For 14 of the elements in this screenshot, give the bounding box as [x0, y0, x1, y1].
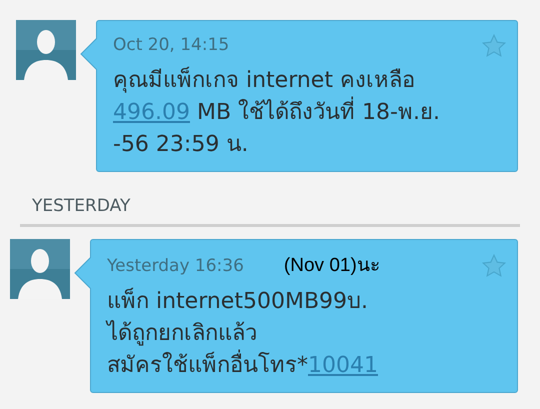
avatar-icon	[10, 238, 70, 298]
bubble-tail	[80, 38, 97, 70]
star-icon[interactable]	[481, 252, 507, 279]
message-time: Yesterday 16:36	[107, 254, 244, 278]
message-time: Oct 20, 14:15	[113, 34, 230, 58]
message-bubble[interactable]: Yesterday 16:36 (Nov 01)นะ แพ็ก internet500MB99บ. ได้ถูกยกเลิกแล้ว สมัครใช้แพ็กอื่นโทร*10041	[90, 238, 518, 393]
star-icon[interactable]	[481, 33, 507, 59]
message-bubble[interactable]: Oct 20, 14:15 คุณมีแพ็กเกจ internet คงเหลือ 496.09 MB ใช้ได้ถึงวันที่ 18-พ.ย. -56 23:59 น.	[96, 20, 518, 172]
bubble-tail	[74, 256, 91, 288]
section-header: YESTERDAY	[31, 195, 132, 218]
message-text: คุณมีแพ็กเกจ internet คงเหลือ 496.09 MB ใช้ได้ถึงวันที่ 18-พ.ย. -56 23:59 น.	[113, 66, 441, 159]
message-text: แพ็ก internet500MB99บ. ได้ถูกยกเลิกแล้ว สมัครใช้แพ็กอื่นโทร*10041	[107, 286, 379, 380]
handwritten-note: (Nov 01)นะ	[284, 254, 380, 278]
avatar-icon	[16, 20, 76, 80]
